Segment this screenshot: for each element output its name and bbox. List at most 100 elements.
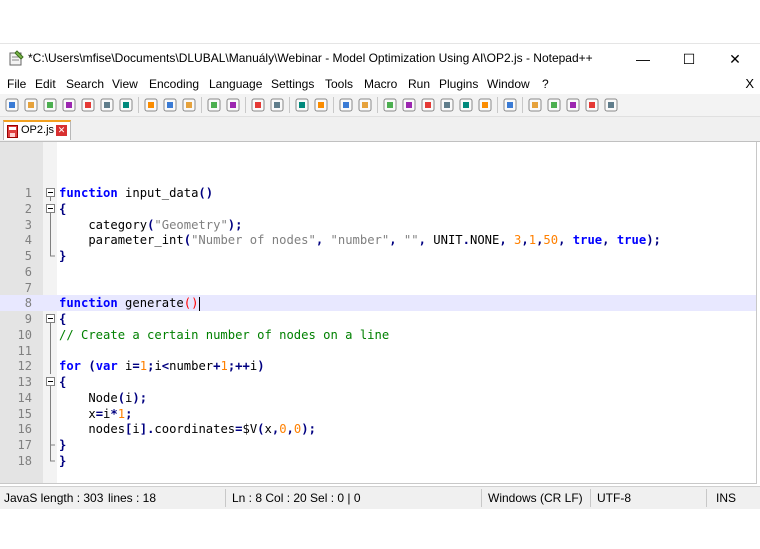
code-token: } <box>59 249 67 263</box>
paste-icon[interactable] <box>181 97 197 113</box>
cut-icon[interactable] <box>143 97 159 113</box>
code-token: true <box>616 233 647 247</box>
minimize-icon: — <box>636 51 650 67</box>
code-line[interactable]: 12 for (var i=1;i<number+1;++i) <box>0 358 756 374</box>
code-line[interactable]: 7 <box>0 280 756 296</box>
word-wrap-icon[interactable] <box>382 97 398 113</box>
menu-file[interactable]: File <box>7 77 26 91</box>
find-icon[interactable] <box>250 97 266 113</box>
record-macro-icon[interactable] <box>527 97 543 113</box>
line-number: 12 <box>17 359 32 373</box>
code-line[interactable]: 11 <box>0 343 756 359</box>
code-token: ( <box>81 359 96 373</box>
toolbar-separator <box>201 97 202 113</box>
code-text: { <box>59 374 66 390</box>
monitor-icon[interactable] <box>502 97 518 113</box>
code-line[interactable]: 4 parameter_int("Number of nodes", "numb… <box>0 232 756 248</box>
menu-tools[interactable]: Tools <box>325 77 353 91</box>
stop-record-icon[interactable] <box>546 97 562 113</box>
code-line[interactable]: 2{ <box>0 201 756 217</box>
menu-language[interactable]: Language <box>209 77 262 91</box>
code-token: 50 <box>543 233 559 247</box>
code-text: parameter_int("Number of nodes", "number… <box>59 232 661 248</box>
fold-toggle-icon[interactable] <box>46 201 55 217</box>
new-file-icon[interactable] <box>4 97 20 113</box>
code-token: = <box>132 359 140 373</box>
menu-encoding[interactable]: Encoding <box>149 77 199 91</box>
save-all-icon[interactable] <box>61 97 77 113</box>
function-list-icon[interactable] <box>458 97 474 113</box>
fold-toggle-icon[interactable] <box>46 185 55 201</box>
save-icon[interactable] <box>42 97 58 113</box>
folder-workspace-icon[interactable] <box>477 97 493 113</box>
title-bar[interactable]: *C:\Users\mfise\Documents\DLUBAL\Manuály… <box>0 44 760 74</box>
menu-plugins[interactable]: Plugins <box>439 77 478 91</box>
code-line[interactable]: 8 function generate() <box>0 295 756 311</box>
code-token: { <box>59 375 67 389</box>
redo-icon[interactable] <box>225 97 241 113</box>
code-line[interactable]: 17} <box>0 437 756 453</box>
close-icon[interactable] <box>80 97 96 113</box>
zoom-out-icon[interactable] <box>313 97 329 113</box>
line-number: 8 <box>24 296 32 310</box>
menu-view[interactable]: View <box>112 77 138 91</box>
code-line[interactable]: 10 // Create a certain number of nodes on… <box>0 327 756 343</box>
status-encoding[interactable]: UTF-8 <box>597 491 631 505</box>
save-macro-icon[interactable] <box>603 97 619 113</box>
menu-run[interactable]: Run <box>408 77 430 91</box>
code-line[interactable]: 3 category("Geometry"); <box>0 217 756 233</box>
menu-window[interactable]: Window <box>487 77 530 91</box>
replace-icon[interactable] <box>269 97 285 113</box>
menu-edit[interactable]: Edit <box>35 77 56 91</box>
status-divider <box>481 489 482 507</box>
sync-vertical-icon[interactable] <box>338 97 354 113</box>
copy-icon[interactable] <box>162 97 178 113</box>
menu-settings[interactable]: Settings <box>271 77 314 91</box>
line-number: 5 <box>24 249 32 263</box>
print-icon[interactable] <box>118 97 134 113</box>
tab-close-icon[interactable]: ✕ <box>56 125 67 136</box>
indent-guide-icon[interactable] <box>420 97 436 113</box>
code-line[interactable]: 18} <box>0 453 756 469</box>
tab-op2-js[interactable]: OP2.js ✕ <box>3 120 71 140</box>
menu-macro[interactable]: Macro <box>364 77 397 91</box>
code-line[interactable]: 16 nodes[i].coordinates=$V(x,0,0); <box>0 421 756 437</box>
show-all-chars-icon[interactable] <box>401 97 417 113</box>
status-eol[interactable]: Windows (CR LF) <box>488 491 583 505</box>
code-token: 1 <box>139 359 148 373</box>
notepadpp-icon <box>9 50 24 66</box>
code-token: "" <box>403 233 419 247</box>
sync-horizontal-icon[interactable] <box>357 97 373 113</box>
playback-macro-icon[interactable] <box>565 97 581 113</box>
fold-toggle-icon[interactable] <box>46 311 55 327</box>
menu-search[interactable]: Search <box>66 77 104 91</box>
fold-line-icon <box>50 248 55 257</box>
run-macro-multiple-icon[interactable] <box>584 97 600 113</box>
line-number: 1 <box>24 186 32 200</box>
code-line[interactable]: 14 Node(i); <box>0 390 756 406</box>
status-mode[interactable]: INS <box>716 491 736 505</box>
close-all-icon[interactable] <box>99 97 115 113</box>
code-token: number <box>169 359 214 373</box>
code-token: } <box>59 438 67 452</box>
code-line[interactable]: 6 <box>0 264 756 280</box>
fold-toggle-icon[interactable] <box>46 374 55 390</box>
code-text: // Create a certain number of nodes on a… <box>59 327 389 343</box>
code-editor[interactable]: 1 function input_data() 2{3 category("Geom… <box>0 142 757 484</box>
code-line[interactable]: 1 function input_data() <box>0 185 756 201</box>
maximize-button[interactable]: ☐ <box>666 44 712 74</box>
menu-help[interactable]: ? <box>542 77 549 91</box>
code-line[interactable]: 15 x=i*1; <box>0 406 756 422</box>
code-line[interactable]: 5} <box>0 248 756 264</box>
maximize-icon: ☐ <box>682 50 696 67</box>
close-document-button[interactable]: X <box>745 76 754 91</box>
code-line[interactable]: 9{ <box>0 311 756 327</box>
doc-map-icon[interactable] <box>439 97 455 113</box>
minimize-button[interactable]: — <box>620 44 666 74</box>
undo-icon[interactable] <box>206 97 222 113</box>
code-line[interactable]: 13 { <box>0 374 756 390</box>
open-file-icon[interactable] <box>23 97 39 113</box>
close-window-button[interactable]: ✕ <box>712 44 758 74</box>
code-token: i <box>132 422 140 436</box>
zoom-in-icon[interactable] <box>294 97 310 113</box>
